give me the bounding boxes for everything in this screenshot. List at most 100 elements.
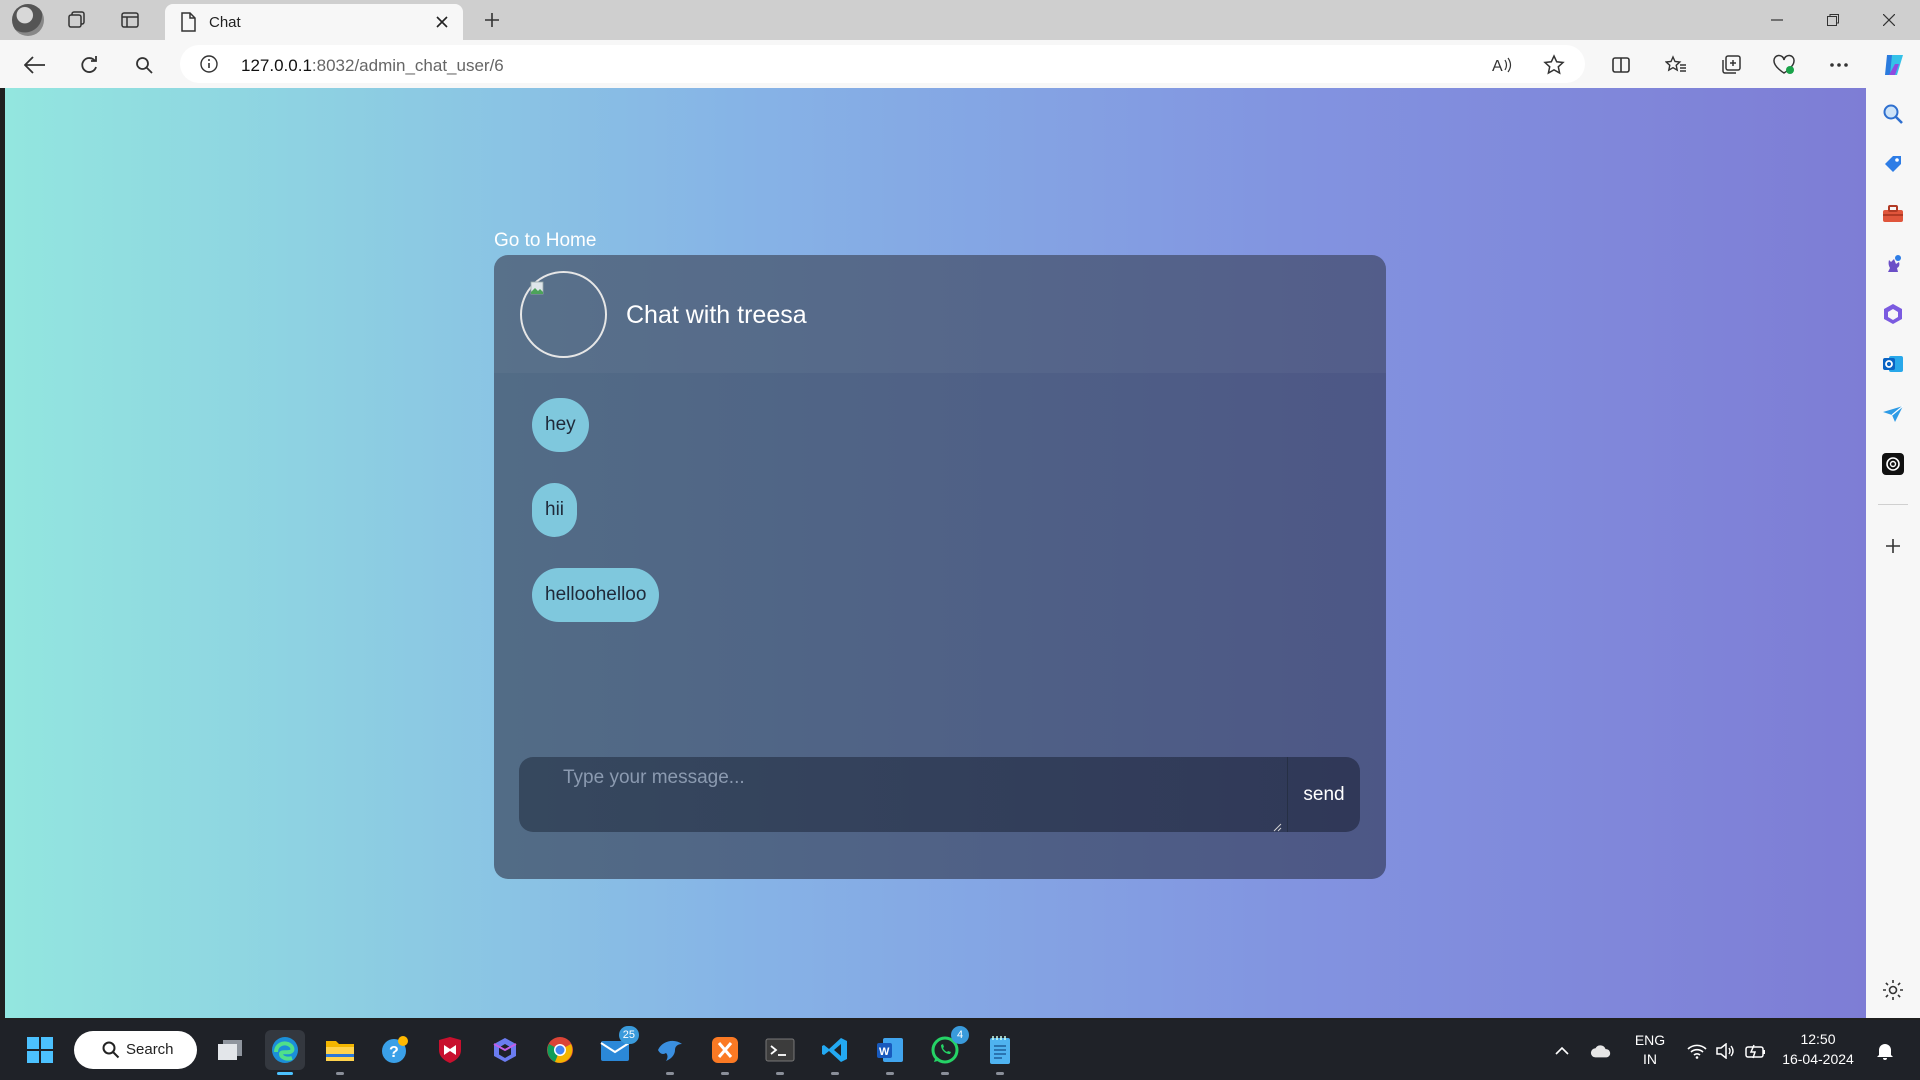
mcafee-icon[interactable] [430,1030,470,1070]
more-options-icon[interactable] [1824,50,1854,80]
region-code: IN [1643,1051,1657,1067]
page-icon [179,12,197,37]
message-bubble: hii [532,483,578,537]
edge-sidebar [1866,88,1920,1018]
favorites-icon[interactable] [1661,50,1691,80]
read-aloud-icon[interactable]: A [1489,52,1515,78]
edge-taskbar-icon[interactable] [265,1030,305,1075]
vertical-tabs-icon[interactable] [116,6,144,34]
active-indicator [277,1072,293,1075]
tab-chat[interactable]: Chat [165,4,463,40]
sidebar-outlook-icon[interactable] [1881,352,1905,376]
resize-handle-icon[interactable] [1273,819,1282,832]
taskbar-search[interactable]: Search [74,1031,197,1069]
start-icon[interactable] [20,1030,60,1070]
help-app-icon[interactable]: ? [375,1030,415,1070]
battery-charging-icon[interactable] [1745,1040,1767,1062]
running-indicator [886,1072,894,1075]
favorite-star-icon[interactable] [1541,52,1567,78]
dolphin-app-icon[interactable] [650,1030,690,1075]
page-viewport: Go to Home Chat with treesa hey hii hell… [5,88,1866,1018]
clock[interactable]: 12:50 16-04-2024 [1778,1031,1858,1067]
notepad-icon[interactable] [980,1030,1020,1075]
sidebar-games-icon[interactable] [1881,252,1905,276]
mail-badge: 25 [618,1026,639,1044]
chat-container: Chat with treesa hey hii helloohelloo se… [494,255,1386,879]
search-icon [102,1041,120,1064]
user-avatar [520,271,607,358]
copilot-icon[interactable] [1879,50,1909,80]
language-code: ENG [1634,1032,1666,1048]
go-to-home-link[interactable]: Go to Home [494,230,596,252]
tray-overflow-chevron-icon[interactable] [1551,1040,1573,1062]
message-bubble: helloohelloo [532,568,660,622]
volume-icon[interactable] [1714,1040,1736,1062]
running-indicator [831,1072,839,1075]
chat-header: Chat with treesa [494,255,1386,373]
whatsapp-icon[interactable]: 4 [925,1026,969,1075]
svg-text:?: ? [389,1044,399,1061]
chrome-icon[interactable] [540,1030,580,1070]
sidebar-search-icon[interactable] [1881,102,1905,126]
mail-icon[interactable]: 25 [595,1026,639,1070]
xampp-icon[interactable] [705,1030,745,1075]
clock-date: 16-04-2024 [1782,1051,1854,1067]
sidebar-microsoft365-icon[interactable] [1881,302,1905,326]
url-host: 127.0.0.1 [241,56,312,75]
collections-icon[interactable] [1716,50,1746,80]
taskbar-search-label: Search [126,1041,174,1058]
file-explorer-icon[interactable] [320,1030,360,1075]
close-tab-icon[interactable] [431,11,453,33]
wifi-icon[interactable] [1686,1040,1708,1062]
vscode-icon[interactable] [815,1030,855,1075]
svg-text:A: A [1492,58,1503,74]
url-text: 127.0.0.1:8032/admin_chat_user/6 [241,56,504,76]
sidebar-separator [1878,504,1908,505]
close-window-icon[interactable] [1862,0,1916,40]
profile-avatar-icon[interactable] [12,4,44,36]
browser-essentials-icon[interactable] [1769,50,1799,80]
broken-image-icon [530,281,544,295]
whatsapp-badge: 4 [951,1026,969,1044]
browser-tab-strip: Chat [0,0,1920,40]
notification-bell-icon[interactable] [1874,1040,1896,1062]
running-indicator [721,1072,729,1075]
site-info-icon[interactable] [200,55,218,78]
sidebar-tools-icon[interactable] [1881,202,1905,226]
sidebar-add-icon[interactable] [1881,534,1905,558]
sidebar-chatgpt-icon[interactable] [1881,452,1905,476]
svg-text:W: W [879,1046,890,1058]
browser-toolbar: 127.0.0.1:8032/admin_chat_user/6 A [0,40,1920,88]
back-icon[interactable] [20,50,50,80]
running-indicator [996,1072,1004,1075]
search-icon[interactable] [129,50,159,80]
new-tab-icon[interactable] [478,6,506,34]
terminal-icon[interactable] [760,1030,800,1075]
chat-title: Chat with treesa [626,301,807,329]
word-icon[interactable]: W [870,1030,910,1075]
split-screen-icon[interactable] [1606,50,1636,80]
language-indicator[interactable]: ENG IN [1630,1032,1670,1067]
message-input[interactable] [519,757,1287,832]
taskbar: Search ? 25 W 4 ENG IN 12:50 16-04-2024 [0,1020,1920,1080]
minimize-icon[interactable] [1750,0,1804,40]
clock-time: 12:50 [1800,1031,1836,1047]
restore-icon[interactable] [1806,0,1860,40]
message-composer: send [519,757,1360,832]
sidebar-settings-icon[interactable] [1881,978,1905,1002]
running-indicator [666,1072,674,1075]
sidebar-send-icon[interactable] [1881,402,1905,426]
running-indicator [941,1072,949,1075]
url-path: :8032/admin_chat_user/6 [311,56,504,75]
reload-icon[interactable] [74,50,104,80]
address-bar[interactable]: 127.0.0.1:8032/admin_chat_user/6 A [180,45,1585,83]
running-indicator [776,1072,784,1075]
onedrive-icon[interactable] [1590,1040,1612,1062]
copilot-taskbar-icon[interactable] [485,1030,525,1070]
send-button[interactable]: send [1288,757,1360,832]
workspaces-icon[interactable] [63,6,91,34]
sidebar-shopping-icon[interactable] [1881,152,1905,176]
running-indicator [336,1072,344,1075]
task-view-icon[interactable] [210,1030,250,1070]
tab-title: Chat [209,14,241,31]
